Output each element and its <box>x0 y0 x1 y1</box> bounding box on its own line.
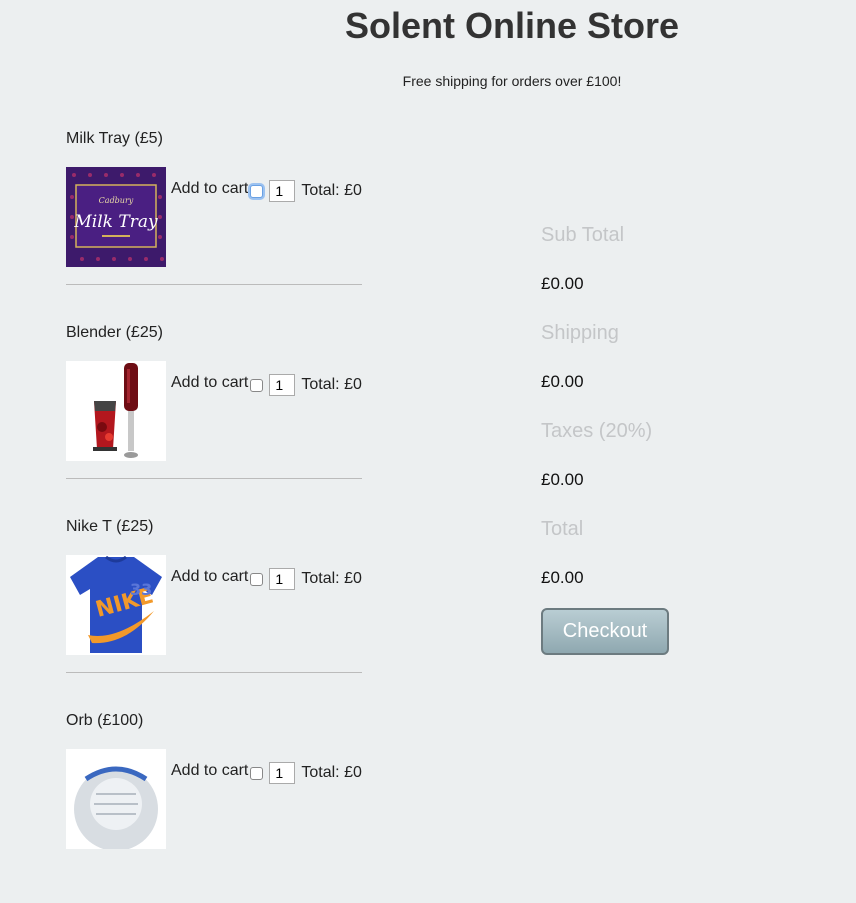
product-divider <box>66 672 362 673</box>
store-title: Solent Online Store <box>344 5 680 46</box>
add-to-cart-checkbox[interactable] <box>250 572 264 586</box>
add-to-cart-checkbox[interactable] <box>250 378 264 392</box>
nike-tshirt-image: NIKE 33 <box>66 555 166 655</box>
product-blender: Blender (£25) Add to cart Total: £0 <box>66 321 362 515</box>
orb-image <box>66 749 166 849</box>
subtotal-value: £0.00 <box>541 274 584 293</box>
product-name: Orb (£100) <box>66 712 144 729</box>
quantity-input[interactable] <box>269 374 296 396</box>
line-total: Total: £0 <box>301 376 362 393</box>
add-to-cart-checkbox[interactable] <box>250 184 264 198</box>
taxes-label: Taxes (20%) <box>541 420 653 442</box>
product-divider <box>66 284 362 285</box>
subtotal-label: Sub Total <box>541 224 625 246</box>
shipping-promo: Free shipping for orders over £100! <box>402 73 622 89</box>
line-total: Total: £0 <box>301 764 362 781</box>
svg-text:33: 33 <box>130 580 152 599</box>
svg-text:Milk Tray: Milk Tray <box>73 212 158 232</box>
shipping-value: £0.00 <box>541 372 584 391</box>
add-to-cart-label: Add to cart <box>171 374 249 391</box>
milk-tray-image: Cadbury Milk Tray <box>66 167 166 267</box>
product-name: Blender (£25) <box>66 324 163 341</box>
quantity-input[interactable] <box>269 180 296 202</box>
add-to-cart-label: Add to cart <box>171 180 249 197</box>
add-to-cart-checkbox[interactable] <box>250 766 264 780</box>
product-name: Milk Tray (£5) <box>66 130 163 147</box>
line-total: Total: £0 <box>301 570 362 587</box>
add-to-cart-label: Add to cart <box>171 762 249 779</box>
product-milk-tray: Milk Tray (£5) Cadbury Milk Tray Add to … <box>66 127 362 321</box>
product-orb: Orb (£100) Add to cart Total: £0 <box>66 709 362 903</box>
product-name: Nike T (£25) <box>66 518 154 535</box>
add-to-cart-label: Add to cart <box>171 568 249 585</box>
checkout-button[interactable]: Checkout <box>541 608 669 655</box>
line-total: Total: £0 <box>301 182 362 199</box>
shipping-label: Shipping <box>541 322 619 344</box>
blender-image <box>66 361 166 461</box>
total-label: Total <box>541 518 584 540</box>
total-value: £0.00 <box>541 568 584 587</box>
order-summary: Sub Total £0.00 Shipping £0.00 Taxes (20… <box>541 222 741 614</box>
quantity-input[interactable] <box>269 568 296 590</box>
product-list: Milk Tray (£5) Cadbury Milk Tray Add to … <box>66 127 362 903</box>
product-divider <box>66 478 362 479</box>
taxes-value: £0.00 <box>541 470 584 489</box>
svg-text:Cadbury: Cadbury <box>99 196 134 205</box>
product-nike-t: Nike T (£25) NIKE 33 Add to cart Total: … <box>66 515 362 709</box>
